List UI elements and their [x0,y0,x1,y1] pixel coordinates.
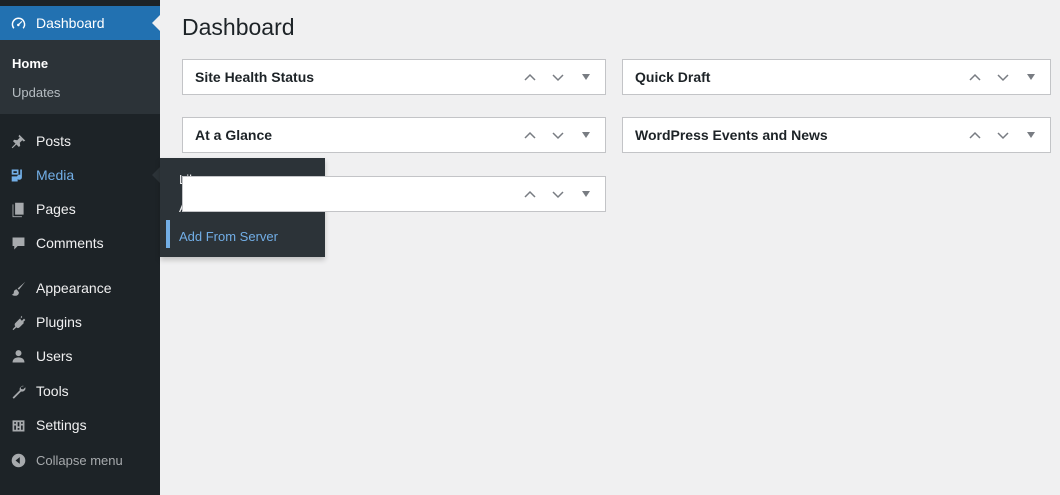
widget-activity [182,176,606,212]
move-up-icon[interactable] [519,183,541,205]
move-down-icon[interactable] [547,124,569,146]
move-up-icon[interactable] [519,66,541,88]
sidebar-item-settings[interactable]: Settings [0,408,160,442]
sidebar-item-label: Dashboard [36,15,105,31]
sidebar-item-label: Appearance [36,280,112,296]
sidebar-item-label: Tools [36,383,69,399]
sidebar-item-users[interactable]: Users [0,339,160,373]
active-indicator [166,220,170,248]
move-up-icon[interactable] [964,66,986,88]
widget-at-a-glance: At a Glance [182,117,606,153]
user-icon [0,348,36,365]
move-up-icon[interactable] [519,124,541,146]
toggle-panel-icon[interactable] [1020,66,1042,88]
widget-controls [513,183,597,205]
widget-events-news: WordPress Events and News [622,117,1051,153]
collapse-menu-button[interactable]: Collapse menu [0,443,160,477]
submenu-item-updates[interactable]: Updates [12,85,60,100]
widget-quick-draft: Quick Draft [622,59,1051,95]
pin-icon [0,133,36,150]
plug-icon [0,314,36,331]
sidebar-item-tools[interactable]: Tools [0,374,160,408]
sidebar-item-label: Media [36,167,75,183]
dashboard-submenu: Home Updates [0,40,160,114]
comment-icon [0,235,36,252]
widget-controls [513,66,597,88]
media-icon [0,167,36,184]
move-down-icon[interactable] [547,66,569,88]
dashboard-gauge-icon [0,15,36,32]
move-up-icon[interactable] [964,124,986,146]
toggle-panel-icon[interactable] [575,124,597,146]
sidebar-item-label: Comments [36,235,104,251]
toggle-panel-icon[interactable] [575,66,597,88]
wrench-icon [0,383,36,400]
move-down-icon[interactable] [547,183,569,205]
widget-title: Site Health Status [195,69,315,85]
sidebar-item-label: Users [36,348,73,364]
admin-sidebar: Dashboard Home Updates Posts Media Pages… [0,0,160,495]
toggle-panel-icon[interactable] [575,183,597,205]
sidebar-item-label: Plugins [36,314,82,330]
submenu-item-home[interactable]: Home [12,56,48,71]
widget-title: At a Glance [195,127,273,143]
widget-controls [958,66,1042,88]
collapse-menu-label: Collapse menu [36,452,123,468]
brush-icon [0,280,36,297]
sidebar-item-dashboard[interactable]: Dashboard [0,6,160,40]
move-down-icon[interactable] [992,124,1014,146]
widget-title: Quick Draft [635,69,711,85]
widget-controls [513,124,597,146]
sidebar-item-appearance[interactable]: Appearance [0,271,160,305]
widget-title: WordPress Events and News [635,127,828,143]
sidebar-item-label: Settings [36,417,87,433]
sidebar-item-posts[interactable]: Posts [0,124,160,158]
sidebar-item-pages[interactable]: Pages [0,192,160,226]
toggle-panel-icon[interactable] [1020,124,1042,146]
sidebar-item-media[interactable]: Media [0,158,160,192]
sidebar-item-label: Pages [36,201,76,217]
widget-controls [958,124,1042,146]
sidebar-item-plugins[interactable]: Plugins [0,305,160,339]
collapse-arrow-icon [0,452,36,469]
page-title: Dashboard [182,14,295,40]
move-down-icon[interactable] [992,66,1014,88]
widget-site-health: Site Health Status [182,59,606,95]
page-icon [0,201,36,218]
settings-sliders-icon [0,417,36,434]
sidebar-item-comments[interactable]: Comments [0,226,160,260]
sidebar-item-label: Posts [36,133,72,149]
flyout-item-add-from-server[interactable]: Add From Server [179,229,278,244]
